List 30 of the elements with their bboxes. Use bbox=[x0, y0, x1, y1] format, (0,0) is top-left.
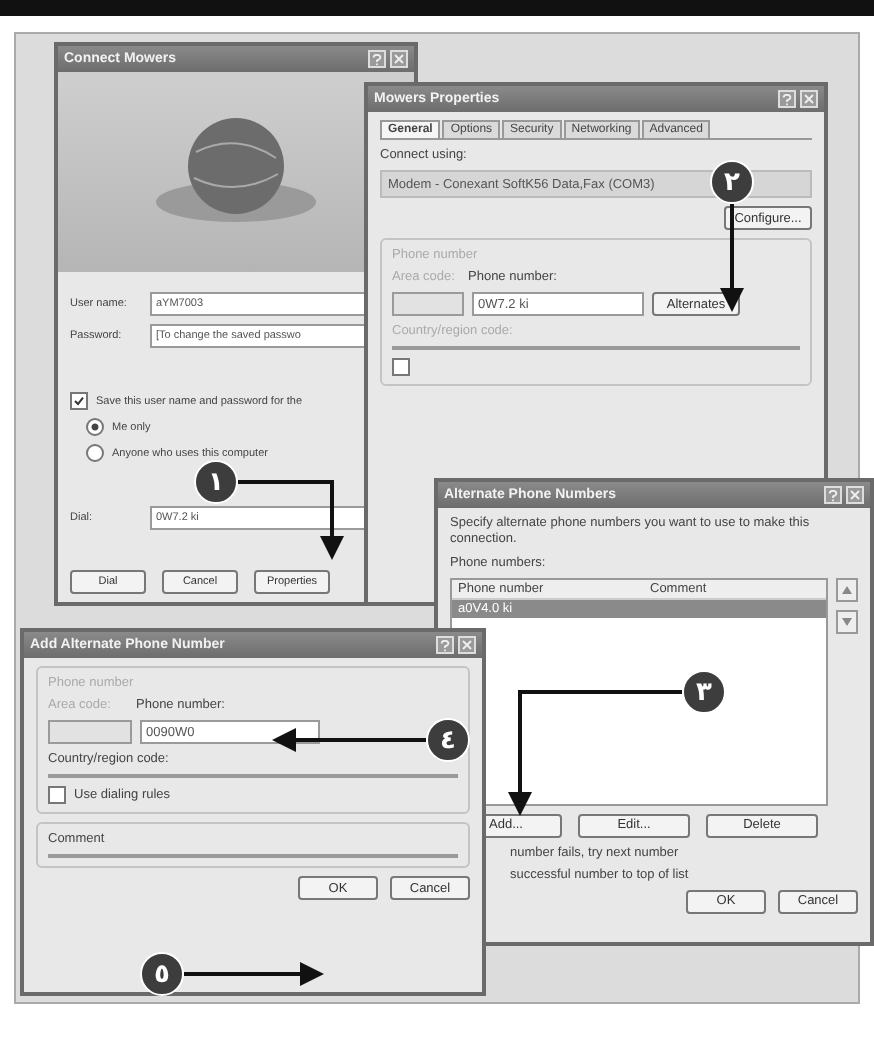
up-arrow-icon bbox=[842, 585, 852, 594]
checkbox[interactable] bbox=[70, 392, 88, 410]
checkmark-icon bbox=[74, 396, 84, 406]
question-mark-icon bbox=[372, 53, 382, 65]
close-icon bbox=[804, 94, 814, 104]
radio-button[interactable] bbox=[86, 444, 104, 462]
help-button[interactable] bbox=[824, 486, 842, 504]
help-button[interactable] bbox=[778, 90, 796, 108]
help-button[interactable] bbox=[368, 50, 386, 68]
close-button[interactable] bbox=[458, 636, 476, 654]
close-icon bbox=[462, 640, 472, 650]
close-button[interactable] bbox=[846, 486, 864, 504]
move-up-button[interactable] bbox=[836, 577, 858, 602]
dropdown[interactable] bbox=[48, 720, 132, 744]
down-arrow-icon bbox=[842, 617, 852, 626]
close-button[interactable] bbox=[800, 90, 818, 108]
question-mark-icon bbox=[828, 489, 838, 501]
callout-arrow bbox=[184, 962, 324, 986]
close-button[interactable] bbox=[390, 50, 408, 68]
callout-arrow bbox=[238, 480, 344, 560]
radio-button[interactable] bbox=[86, 418, 104, 436]
checkbox[interactable] bbox=[48, 786, 66, 804]
help-button[interactable] bbox=[436, 636, 454, 654]
checkbox[interactable] bbox=[392, 358, 410, 376]
question-mark-icon bbox=[440, 639, 450, 651]
move-down-button[interactable] bbox=[836, 609, 858, 634]
dropdown[interactable] bbox=[392, 292, 464, 316]
question-mark-icon bbox=[782, 93, 792, 105]
close-icon bbox=[394, 54, 404, 64]
close-icon bbox=[850, 490, 860, 500]
